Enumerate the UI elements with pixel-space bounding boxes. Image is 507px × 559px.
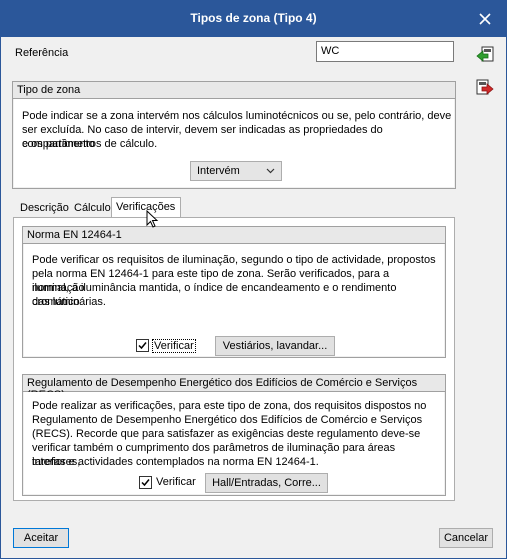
tipo-zona-select-value: Intervém	[197, 165, 240, 177]
check-icon	[141, 479, 150, 487]
tipo-zona-line-1: Pode indicar se a zona intervém nos cálc…	[22, 110, 452, 122]
norma-verificar-label[interactable]: Verificar	[152, 339, 196, 353]
norma-group: Norma EN 12464-1 Pode verificar os requi…	[22, 226, 446, 358]
close-button[interactable]	[470, 7, 500, 31]
import-icon[interactable]	[475, 45, 495, 65]
referencia-input[interactable]: WC	[316, 41, 454, 62]
tipo-zona-header: Tipo de zona	[13, 82, 455, 99]
recs-line-1: Pode realizar as verificações, para este…	[32, 400, 427, 412]
recs-verificar-checkbox[interactable]	[139, 476, 152, 489]
window-title: Tipos de zona (Tipo 4)	[190, 11, 317, 25]
chevron-down-icon	[266, 168, 275, 174]
mouse-cursor-icon	[146, 210, 159, 228]
tab-descricao[interactable]: Descrição	[15, 200, 71, 217]
tipo-zona-select[interactable]: Intervém	[190, 161, 282, 181]
tipo-zona-line-3: e os parâmetros de cálculo.	[22, 138, 158, 150]
norma-vestiarios-button[interactable]: Vestiários, lavandar...	[215, 336, 335, 356]
recs-line-3: (RECS). Recorde que para satisfazer as e…	[32, 428, 421, 440]
verificacoes-panel: Norma EN 12464-1 Pode verificar os requi…	[13, 217, 455, 501]
norma-verificar-checkbox[interactable]	[136, 339, 149, 352]
title-bar: Tipos de zona (Tipo 4)	[1, 1, 506, 37]
recs-verificar-label[interactable]: Verificar	[156, 476, 196, 488]
close-icon	[479, 13, 491, 25]
recs-hall-button[interactable]: Hall/Entradas, Corre...	[205, 473, 328, 493]
recs-group: Regulamento de Desempenho Energético dos…	[22, 374, 446, 496]
norma-line-1: Pode verificar os requisitos de iluminaç…	[32, 254, 436, 266]
norma-header: Norma EN 12464-1	[23, 227, 445, 244]
norma-line-4: das luminárias.	[32, 296, 106, 308]
recs-header: Regulamento de Desempenho Energético dos…	[23, 375, 445, 401]
tipo-zona-body: Pode indicar se a zona intervém nos cálc…	[14, 99, 454, 187]
recs-line-2: Regulamento de Desempenho Energético dos…	[32, 414, 423, 426]
referencia-label: Referência	[15, 47, 69, 59]
recs-body: Pode realizar as verificações, para este…	[24, 392, 444, 494]
recs-line-5: tarefas e actividades contemplados na no…	[32, 456, 319, 468]
accept-button[interactable]: Aceitar	[13, 528, 69, 548]
export-icon[interactable]	[475, 78, 495, 98]
cancel-button[interactable]: Cancelar	[439, 528, 493, 548]
tab-calculo[interactable]: Cálculo	[69, 200, 113, 217]
tipo-zona-group: Tipo de zona Pode indicar se a zona inte…	[12, 81, 456, 189]
norma-body: Pode verificar os requisitos de iluminaç…	[24, 244, 444, 356]
dialog-window: Tipos de zona (Tipo 4) Referência WC Tip…	[0, 0, 507, 559]
check-icon	[138, 342, 147, 350]
